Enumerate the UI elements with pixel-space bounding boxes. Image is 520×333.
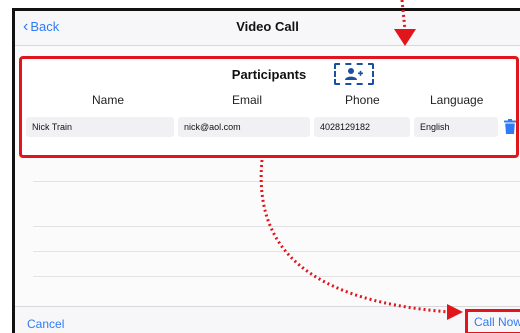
page-title: Video Call xyxy=(236,19,299,34)
add-person-icon xyxy=(345,68,363,80)
phone-field[interactable]: 4028129182 xyxy=(314,117,410,137)
main-content: Participants Name Email Phone Language N… xyxy=(15,46,520,306)
add-participant-button[interactable] xyxy=(334,63,374,85)
trash-icon[interactable] xyxy=(504,119,516,134)
participants-panel: Participants Name Email Phone Language N… xyxy=(19,56,519,158)
app-window: ‹ Back Video Call Participants Name Emai… xyxy=(12,8,520,333)
column-headers: Name Email Phone Language xyxy=(22,93,516,111)
column-header-name: Name xyxy=(92,93,125,107)
column-header-email: Email xyxy=(232,93,263,107)
participants-heading: Participants xyxy=(231,67,307,82)
bottom-toolbar: Cancel Call Now xyxy=(15,306,520,333)
list-divider xyxy=(33,276,520,277)
column-header-phone: Phone xyxy=(345,93,380,107)
navigation-bar: ‹ Back Video Call xyxy=(15,11,520,46)
name-field[interactable]: Nick Train xyxy=(26,117,174,137)
list-divider xyxy=(33,181,520,182)
list-divider xyxy=(33,251,520,252)
column-header-language: Language xyxy=(430,93,484,107)
email-field[interactable]: nick@aol.com xyxy=(178,117,310,137)
cancel-button[interactable]: Cancel xyxy=(27,317,64,331)
language-field[interactable]: English xyxy=(414,117,498,137)
list-divider xyxy=(33,226,520,227)
table-row: Nick Train nick@aol.com 4028129182 Engli… xyxy=(22,117,516,139)
call-now-button[interactable]: Call Now xyxy=(465,309,520,333)
